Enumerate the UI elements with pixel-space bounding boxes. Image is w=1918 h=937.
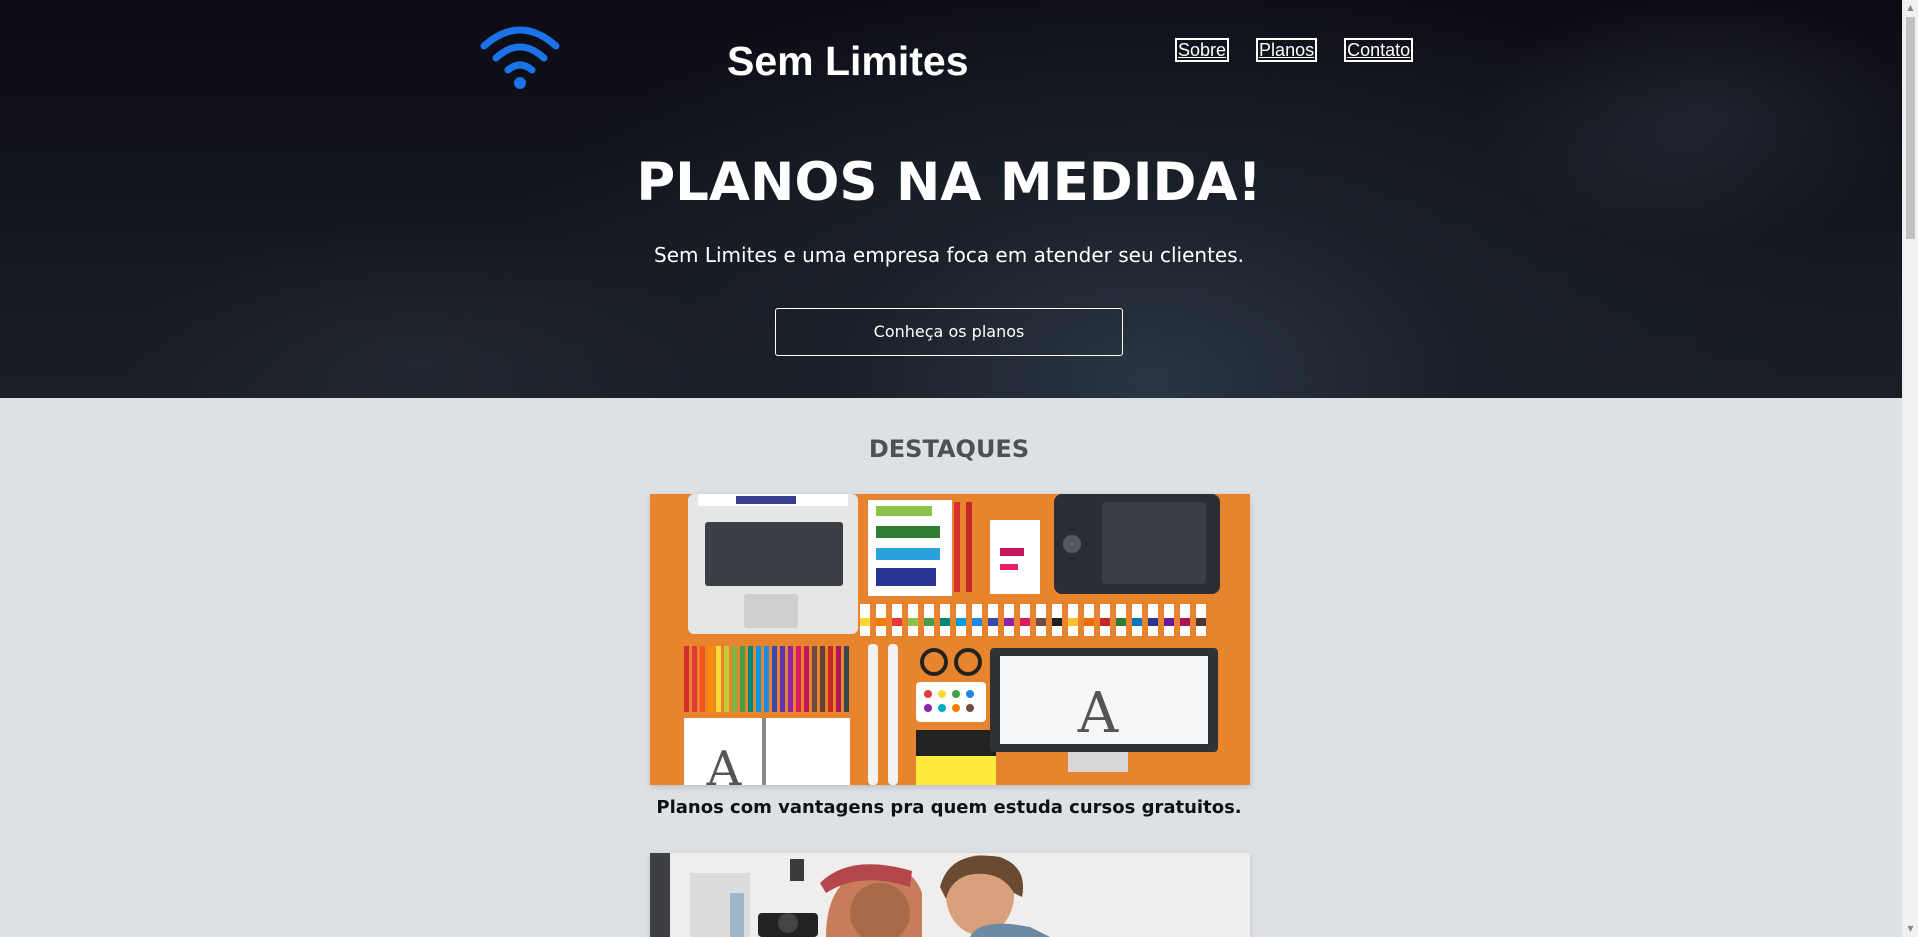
page: Sem Limites Sobre Planos Contato PLANOS … — [0, 0, 1902, 937]
see-plans-button[interactable]: Conheça os planos — [775, 308, 1123, 356]
hero-title: PLANOS NA MEDIDA! — [636, 152, 1262, 213]
vertical-scrollbar[interactable]: ▲ ▼ — [1902, 0, 1918, 937]
hero-subtitle: Sem Limites e uma empresa foca em atende… — [654, 243, 1244, 267]
section-title: DESTAQUES — [868, 435, 1030, 463]
scrollbar-thumb[interactable] — [1906, 17, 1915, 239]
scroll-down-icon[interactable]: ▼ — [1903, 921, 1918, 937]
svg-text:A: A — [1077, 681, 1119, 746]
nav-link-sobre[interactable]: Sobre — [1175, 38, 1230, 62]
main-nav: Sobre Planos Contato — [1175, 38, 1414, 62]
svg-text:A: A — [706, 741, 743, 785]
designer-desk-flatlay-image: A A — [650, 494, 1250, 785]
feature-caption: Planos com vantagens pra quem estuda cur… — [656, 797, 1242, 818]
hero-banner: Sem Limites Sobre Planos Contato PLANOS … — [0, 0, 1902, 398]
wifi-icon[interactable] — [478, 20, 562, 92]
students-with-camera-image — [650, 853, 1250, 937]
brand-title: Sem Limites — [727, 38, 969, 84]
nav-link-planos[interactable]: Planos — [1256, 38, 1318, 62]
scroll-up-icon[interactable]: ▲ — [1903, 0, 1918, 16]
nav-link-contato[interactable]: Contato — [1344, 38, 1414, 62]
